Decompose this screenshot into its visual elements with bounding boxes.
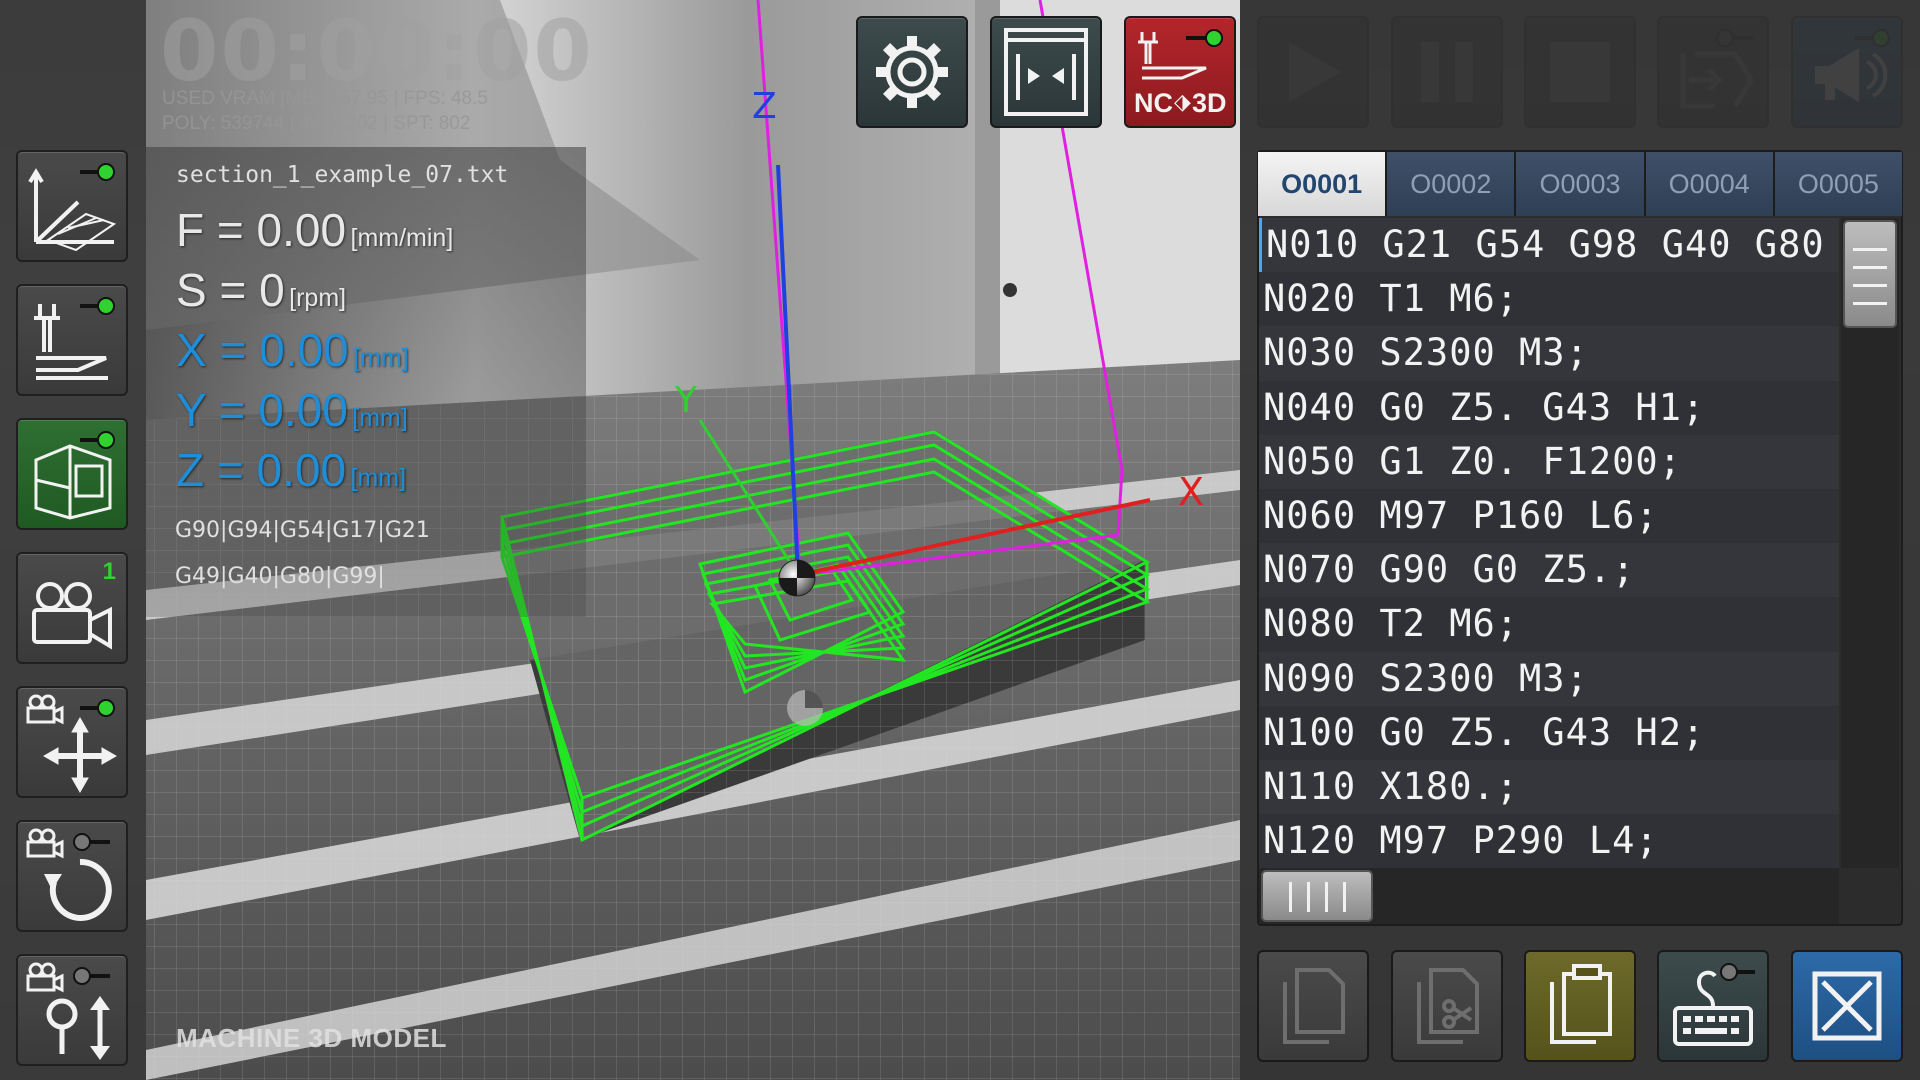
camera-badge: 1 (102, 558, 116, 585)
modal-codes-line1: G90|G94|G54|G17|G21 (175, 518, 430, 543)
spindle-unit: [rpm] (289, 284, 347, 312)
code-line[interactable]: N040 G0 Z5. G43 H1; (1259, 380, 1839, 435)
program-filename: section_1_example_07.txt (176, 162, 509, 188)
nc-to-3d-button[interactable]: NC ⬗ 3D (1124, 16, 1236, 128)
paste-button[interactable] (1524, 950, 1636, 1062)
grip-line (1853, 284, 1887, 287)
camera-pan-button[interactable] (16, 686, 128, 798)
vertical-scrollbar[interactable] (1841, 218, 1899, 868)
code-line[interactable]: N110 X180.; (1259, 759, 1839, 815)
grip-line (1853, 248, 1887, 251)
horizontal-scrollbar[interactable] (1259, 868, 1839, 924)
machine-model-icon (34, 431, 115, 520)
tab-o0002[interactable]: O0002 (1387, 152, 1517, 216)
close-icon (1812, 971, 1882, 1041)
camera-rotate-button[interactable] (16, 820, 128, 932)
graph-grid-icon (28, 163, 117, 252)
z-value: Z = 0.00 (176, 444, 347, 496)
close-button[interactable] (1791, 950, 1903, 1062)
camera-select-button[interactable]: 1 (16, 552, 128, 664)
code-line[interactable]: N080 T2 M6; (1259, 597, 1839, 652)
toolpath-icon (34, 297, 115, 380)
grip-line (1853, 302, 1887, 305)
camera-zoom-icon (26, 962, 110, 1060)
machine-model-button[interactable] (16, 418, 128, 530)
arrow-icon: ⬗ (1174, 90, 1191, 115)
code-line[interactable]: N100 G0 Z5. G43 H2; (1259, 705, 1839, 760)
program-tabs: O0001 O0002 O0003 O0004 O0005 (1258, 152, 1903, 216)
code-line[interactable]: N090 S2300 M3; (1259, 651, 1839, 706)
grip-line (1343, 882, 1346, 912)
settings-button[interactable] (856, 16, 968, 128)
new-file-button[interactable] (1257, 950, 1369, 1062)
paste-icon (1550, 964, 1612, 1044)
3d-label: 3D (1192, 88, 1227, 118)
gear-icon (876, 36, 948, 108)
tab-o0005[interactable]: O0005 (1774, 152, 1903, 216)
horizontal-scroll-thumb[interactable] (1261, 870, 1373, 922)
grip-line (1853, 266, 1887, 269)
toolpath-view-button[interactable] (16, 284, 128, 396)
new-file-icon (1283, 968, 1345, 1044)
axis-x-label: X (1178, 470, 1205, 514)
nc-label: NC (1134, 88, 1173, 118)
axis-z-label: Z (752, 86, 777, 127)
code-lines[interactable]: N010 G21 G54 G98 G40 G80 N020 T1 M6; N03… (1259, 218, 1839, 868)
axis-y-label: Y (675, 380, 697, 421)
run-timer: 00:00:00 (160, 2, 594, 100)
poly-stats: POLY: 539744 | IMG: 202 | SPT: 802 (162, 113, 471, 134)
split-view-icon (1004, 28, 1088, 116)
grip-line (1289, 882, 1292, 912)
tab-o0001[interactable]: O0001 (1258, 152, 1388, 216)
feed-value: F = 0.00 (176, 204, 347, 256)
code-line[interactable]: N020 T1 M6; (1259, 272, 1839, 327)
vram-fps-stats: USED VRAM [MB]: 157.95 | FPS: 48.5 (162, 88, 488, 109)
y-readout: Y = 0.00 [mm] (176, 383, 408, 437)
code-line[interactable]: N030 S2300 M3; (1259, 326, 1839, 381)
feed-readout: F = 0.00 [mm/min] (176, 203, 453, 257)
keyboard-icon (1673, 963, 1755, 1046)
keyboard-button[interactable] (1657, 950, 1769, 1062)
view-mode-label: MACHINE 3D MODEL (176, 1023, 447, 1053)
x-readout: X = 0.00 [mm] (176, 323, 409, 377)
x-unit: [mm] (353, 344, 409, 372)
cut-file-button[interactable] (1391, 950, 1503, 1062)
modal-codes-line2: G49|G40|G80|G99| (175, 564, 385, 589)
spindle-value: S = 0 (176, 264, 285, 316)
split-view-button[interactable] (990, 16, 1102, 128)
tab-o0003[interactable]: O0003 (1516, 152, 1646, 216)
camera-pan-icon (26, 694, 118, 794)
spindle-readout: S = 0 [rpm] (176, 263, 346, 317)
code-line[interactable]: N010 G21 G54 G98 G40 G80 (1259, 218, 1839, 273)
y-unit: [mm] (352, 404, 408, 432)
code-line[interactable]: N120 M97 P290 L4; (1259, 814, 1839, 868)
graph-view-button[interactable] (16, 150, 128, 262)
x-value: X = 0.00 (176, 324, 349, 376)
code-line[interactable]: N060 M97 P160 L6; (1259, 488, 1839, 544)
camera-zoom-button[interactable] (16, 954, 128, 1066)
z-unit: [mm] (350, 464, 407, 492)
grip-line (1325, 882, 1328, 912)
tab-o0004[interactable]: O0004 (1645, 152, 1775, 216)
grip-line (1307, 882, 1310, 912)
z-readout: Z = 0.00 [mm] (176, 443, 406, 497)
camera-rotate-icon (26, 828, 112, 921)
feed-unit: [mm/min] (350, 224, 454, 252)
code-line[interactable]: N050 G1 Z0. F1200; (1259, 434, 1839, 489)
vertical-scroll-thumb[interactable] (1843, 220, 1897, 328)
y-value: Y = 0.00 (176, 384, 348, 436)
cut-file-icon (1417, 968, 1479, 1044)
code-line[interactable]: N070 G90 G0 Z5.; (1259, 543, 1839, 598)
